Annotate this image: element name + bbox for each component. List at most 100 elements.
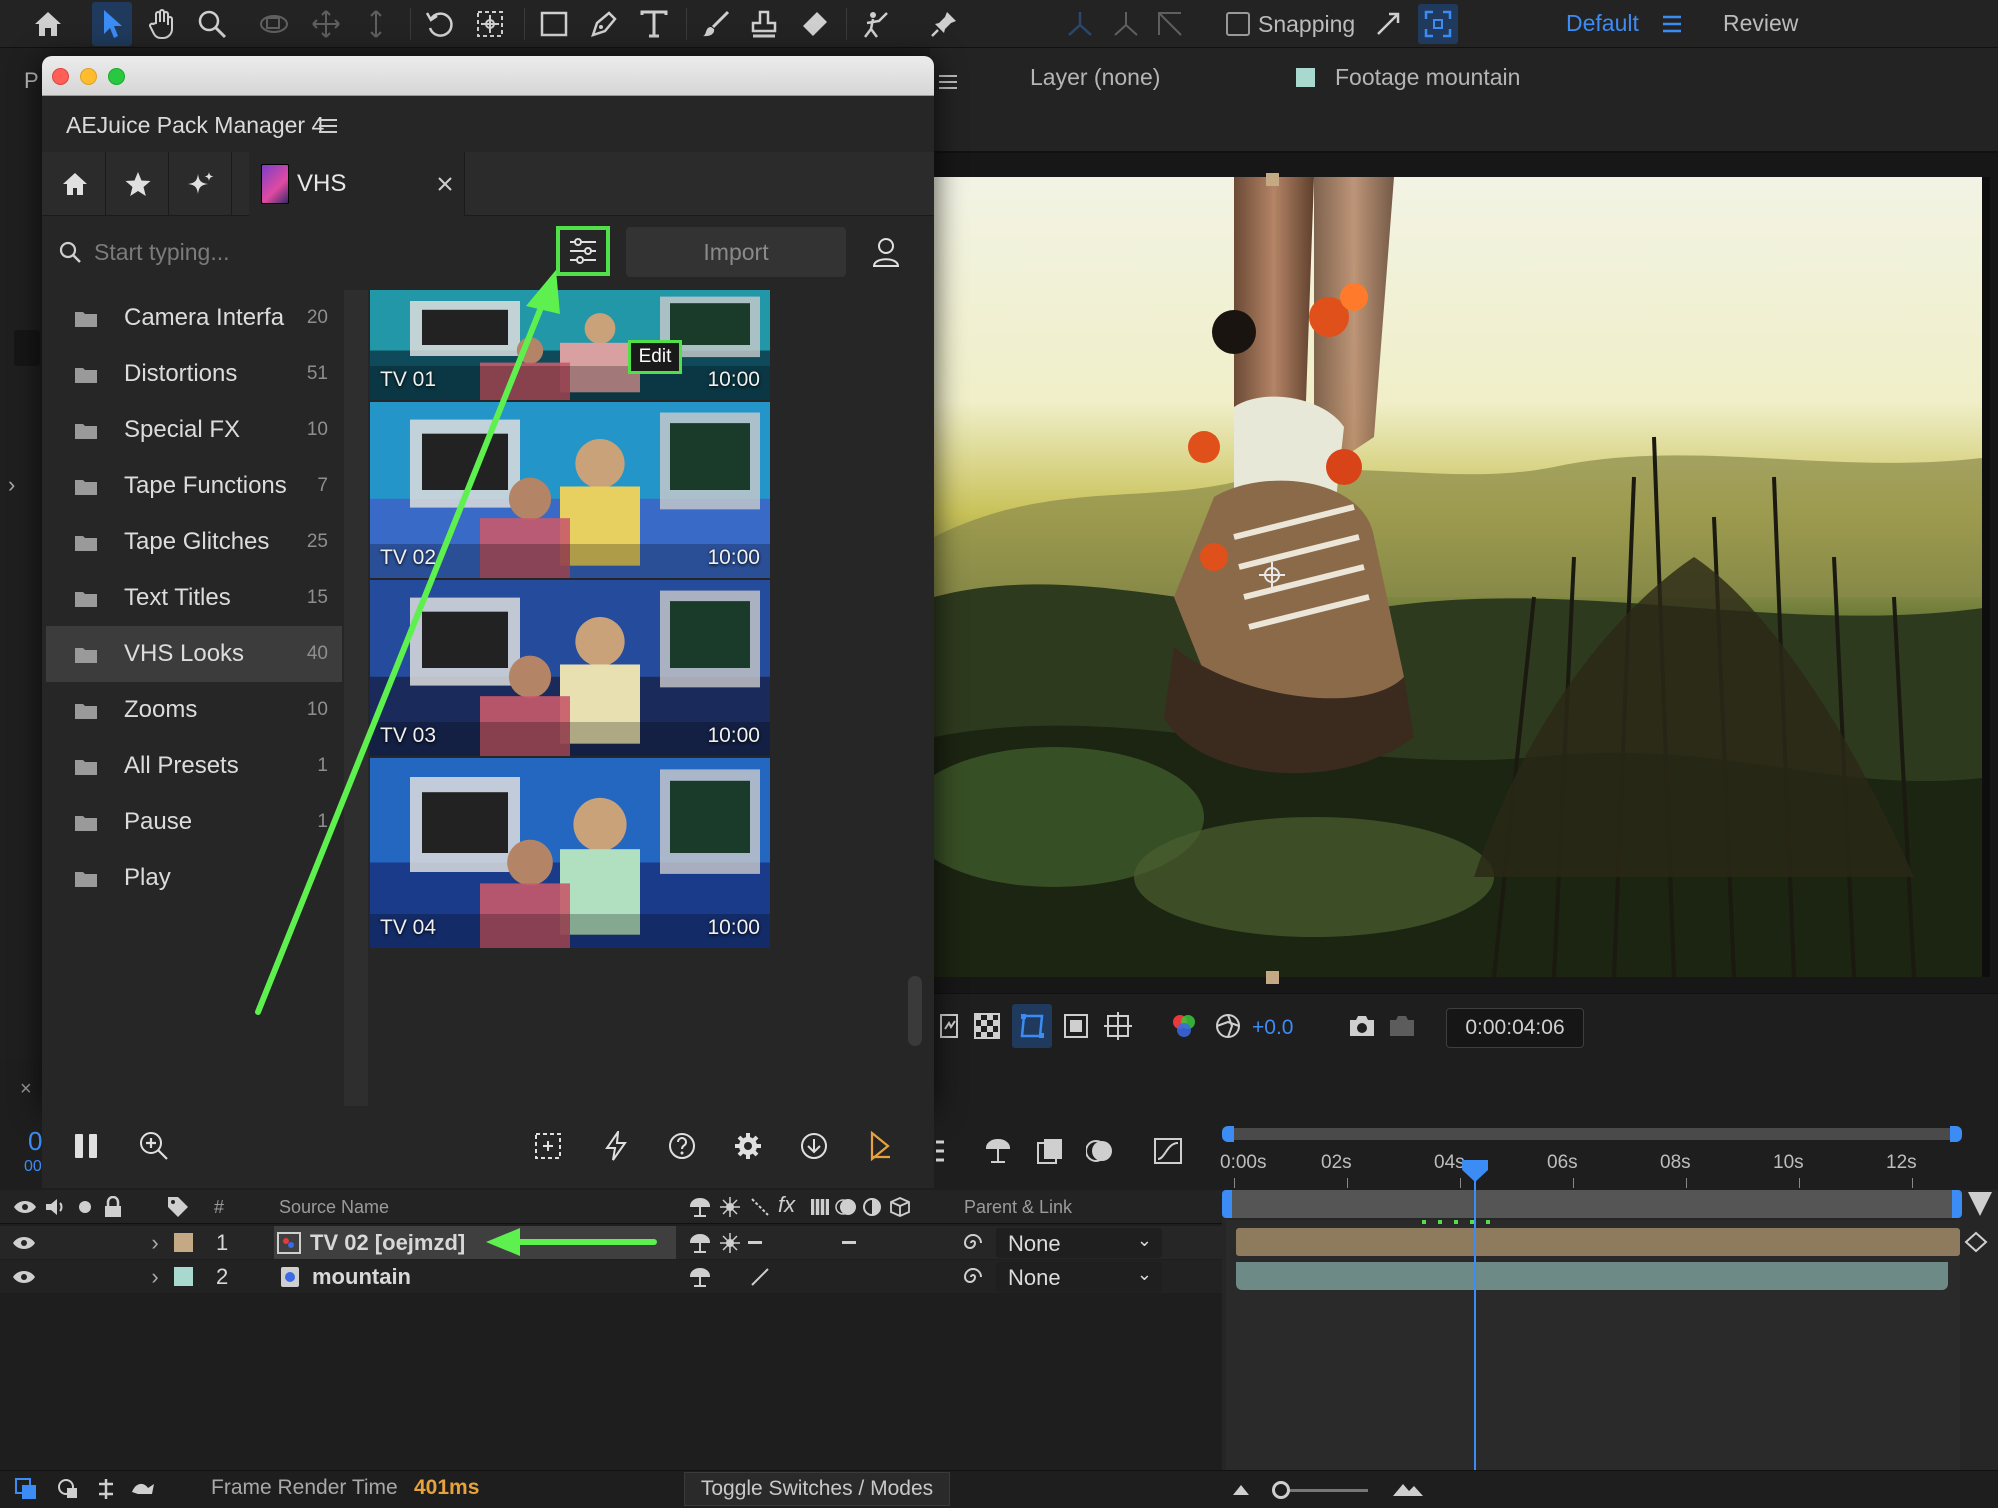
shy-switch-icon[interactable] (688, 1230, 712, 1256)
category-item[interactable]: Camera Interfa 20 (46, 290, 342, 346)
shy-switch-icon[interactable] (688, 1194, 712, 1220)
home-icon[interactable] (28, 6, 68, 42)
comp-flowchart-icon[interactable] (12, 1475, 40, 1503)
aejuice-play-icon[interactable] (860, 1126, 900, 1166)
category-item[interactable]: VHS Looks 40 (46, 626, 342, 682)
chevron-right-icon[interactable]: › (8, 472, 15, 498)
layer-bar-1[interactable] (1236, 1228, 1960, 1256)
puppet-pin-tool-icon[interactable] (924, 4, 964, 44)
ai-sparkle-tab[interactable] (170, 152, 232, 216)
snap-options-icon[interactable] (1370, 6, 1406, 42)
exposure-value[interactable]: +0.0 (1252, 1016, 1293, 1040)
preset-thumbnail[interactable]: TV 04 10:00 (370, 758, 770, 948)
fast-previews-icon[interactable] (934, 1008, 962, 1044)
work-area-start-handle[interactable] (1222, 1126, 1234, 1142)
snap-target-icon[interactable] (1418, 4, 1458, 44)
user-account-icon[interactable] (866, 232, 906, 272)
settings-gear-icon[interactable] (728, 1126, 768, 1166)
anchor-point-tool-icon[interactable] (470, 4, 510, 44)
graph-editor-icon[interactable] (1150, 1132, 1186, 1168)
select-layers-icon[interactable] (528, 1126, 568, 1166)
zoom-tool-icon[interactable] (192, 4, 232, 44)
category-item[interactable]: Zooms 10 (46, 682, 342, 738)
mask-visibility-icon[interactable] (1012, 1004, 1052, 1048)
eraser-tool-icon[interactable] (794, 4, 834, 44)
visibility-eye-icon[interactable] (10, 1232, 38, 1254)
layer-bar-2[interactable] (1236, 1262, 1948, 1290)
solo-icon[interactable] (74, 1196, 96, 1218)
parent-select[interactable]: None ⌄ (996, 1228, 1162, 1258)
hand-tool-icon[interactable] (142, 4, 182, 44)
audio-icon[interactable] (42, 1196, 68, 1218)
adjustment-layer-icon[interactable] (860, 1194, 884, 1220)
collapse-switch-icon[interactable] (718, 1230, 742, 1256)
close-window-button[interactable] (52, 68, 69, 85)
frame-blend-switch[interactable] (842, 1241, 856, 1244)
work-area-end-handle[interactable] (1950, 1126, 1962, 1142)
workspace-default[interactable]: Default (1566, 10, 1639, 37)
effects-switch-icon[interactable]: fx (778, 1192, 795, 1218)
layer-name[interactable]: TV 02 [oejmzd] (310, 1230, 465, 1256)
keyframe-nav-icon[interactable] (1960, 1228, 1992, 1256)
toggle-switches-modes-button[interactable]: Toggle Switches / Modes (684, 1472, 950, 1506)
rectangle-tool-icon[interactable] (534, 4, 574, 44)
favorites-tab[interactable] (107, 152, 169, 216)
category-item[interactable]: Special FX 10 (46, 402, 342, 458)
brush-tool-icon[interactable] (696, 4, 736, 44)
render-time-icon[interactable] (128, 1475, 160, 1503)
motion-blur-icon[interactable] (1082, 1134, 1118, 1168)
layer-handle-bottom[interactable] (1266, 971, 1279, 984)
column-number[interactable]: # (214, 1197, 224, 1218)
import-button[interactable]: Import (626, 227, 846, 277)
channel-rgb-icon[interactable] (1166, 1006, 1202, 1046)
edit-filter-button[interactable] (556, 226, 610, 276)
timecode-fragment[interactable]: 0 (28, 1126, 42, 1157)
shy-switch-icon[interactable] (688, 1264, 712, 1290)
layer-name[interactable]: mountain (312, 1264, 411, 1290)
zoom-window-button[interactable] (108, 68, 125, 85)
download-icon[interactable] (794, 1126, 834, 1166)
color-management-icon[interactable] (1210, 1008, 1246, 1044)
visibility-eye-icon[interactable] (10, 1266, 38, 1288)
category-item[interactable]: Tape Glitches 25 (46, 514, 342, 570)
zoom-slider-thumb[interactable] (1272, 1481, 1290, 1499)
label-tag-icon[interactable] (164, 1194, 192, 1220)
parent-pickwhip-icon[interactable] (960, 1231, 986, 1255)
layer-row-1[interactable]: › 1 TV 02 [oejmzd] None ⌄ (0, 1226, 1222, 1259)
zoom-bar-end[interactable] (1952, 1190, 1962, 1218)
workspace-review[interactable]: Review (1723, 10, 1798, 37)
pause-preview-icon[interactable] (66, 1126, 106, 1166)
layer-label-color[interactable] (174, 1233, 193, 1252)
dolly-camera-icon[interactable] (356, 4, 396, 44)
region-of-interest-icon[interactable] (1058, 1008, 1094, 1044)
preset-thumbnail[interactable]: TV 03 10:00 (370, 580, 770, 756)
category-item[interactable]: Tape Functions 7 (46, 458, 342, 514)
workspace-menu-icon[interactable] (1660, 10, 1684, 38)
quality-switch-icon[interactable] (748, 1264, 772, 1290)
frame-blend-switch-icon[interactable] (808, 1194, 832, 1220)
zoom-in-mountain-icon[interactable] (1390, 1475, 1426, 1503)
snapping-checkbox[interactable] (1226, 12, 1250, 36)
category-item[interactable]: Pause 1 (46, 794, 342, 850)
layer-handle-top[interactable] (1266, 173, 1279, 186)
expand-chevron-icon[interactable]: › (146, 1264, 164, 1290)
video-visibility-icon[interactable] (12, 1196, 38, 1218)
snapshot-camera-icon[interactable] (1344, 1008, 1380, 1044)
minimize-window-button[interactable] (80, 68, 97, 85)
zoom-in-icon[interactable] (134, 1126, 174, 1166)
panel-menu-icon[interactable] (936, 70, 960, 94)
pan-camera-icon[interactable] (306, 4, 346, 44)
type-tool-icon[interactable] (634, 4, 674, 44)
lock-icon[interactable] (100, 1194, 126, 1220)
view-axis-icon[interactable] (1150, 4, 1190, 44)
zoom-out-mountain-icon[interactable] (1228, 1475, 1254, 1503)
in-out-columns-icon[interactable] (92, 1475, 120, 1503)
grid-scrollbar-thumb[interactable] (908, 976, 922, 1046)
collapse-switch-icon[interactable] (718, 1194, 742, 1220)
preset-thumbnail[interactable]: TV 01 10:00 (370, 290, 770, 400)
panel-menu-icon[interactable] (316, 114, 340, 138)
selection-tool-icon[interactable] (92, 2, 132, 46)
category-item[interactable]: Distortions 51 (46, 346, 342, 402)
show-snapshot-icon[interactable] (1384, 1008, 1420, 1044)
parent-select[interactable]: None ⌄ (996, 1262, 1162, 1292)
